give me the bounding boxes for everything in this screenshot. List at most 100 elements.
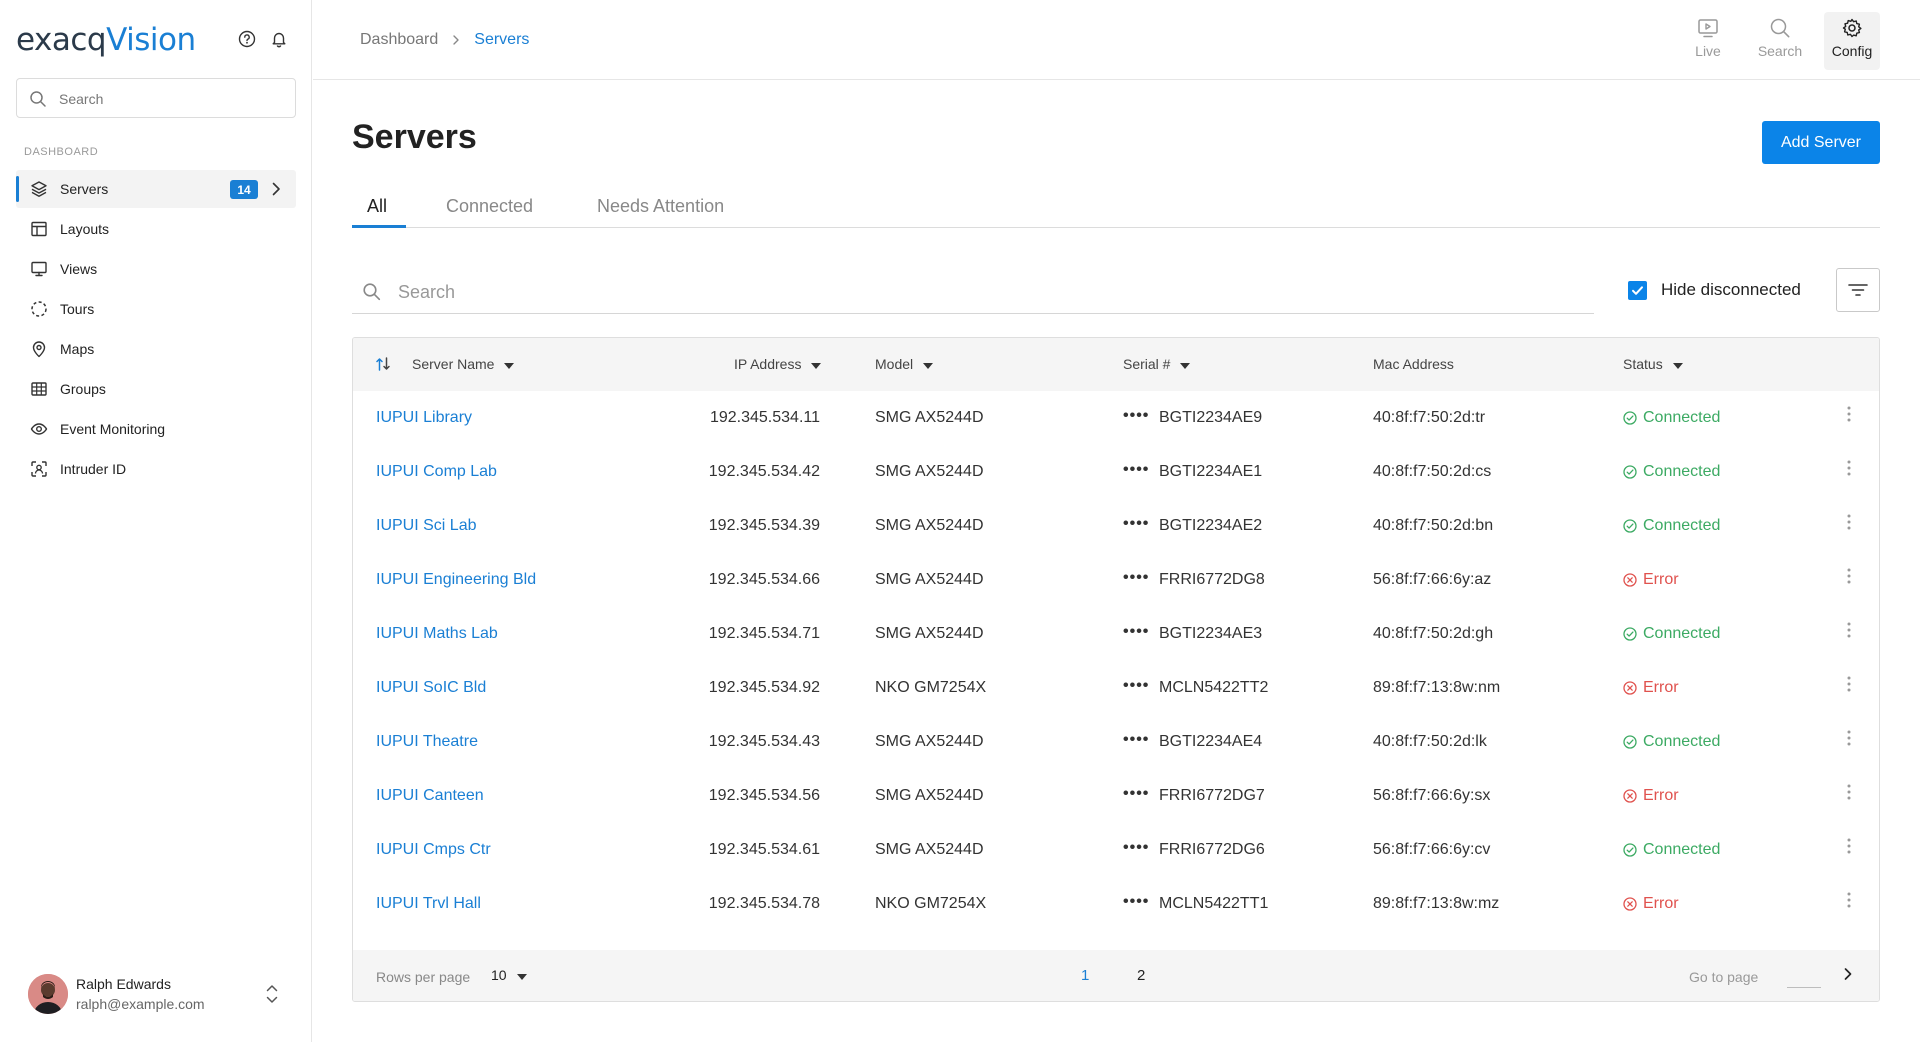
server-name-link[interactable]: IUPUI Trvl Hall	[376, 895, 481, 913]
table-row[interactable]: IUPUI SoIC Bld 192.345.534.92 NKO GM7254X •…	[353, 661, 1879, 715]
monitor-icon	[30, 260, 48, 278]
rows-per-page-select[interactable]: 10	[491, 967, 527, 983]
server-name-link[interactable]: IUPUI Theatre	[376, 733, 478, 751]
sort-icon[interactable]	[375, 355, 391, 378]
masked-serial-toggle[interactable]: ••••	[1123, 407, 1149, 425]
status-badge: Error	[1623, 895, 1679, 913]
column-header-model[interactable]: Model	[875, 356, 934, 372]
more-vertical-icon[interactable]	[1847, 784, 1851, 805]
table-header: Server Name IP Address Model Serial # Ma…	[353, 338, 1879, 391]
more-vertical-icon[interactable]	[1847, 892, 1851, 913]
status-text: Connected	[1643, 463, 1721, 480]
server-name-link[interactable]: IUPUI Maths Lab	[376, 625, 498, 643]
sidebar-item-layouts[interactable]: Layouts	[16, 210, 296, 248]
masked-serial-toggle[interactable]: ••••	[1123, 731, 1149, 749]
sidebar-item-maps[interactable]: Maps	[16, 330, 296, 368]
check-circle-icon	[1623, 411, 1637, 425]
masked-serial-toggle[interactable]: ••••	[1123, 893, 1149, 911]
server-name-link[interactable]: IUPUI SoIC Bld	[376, 679, 486, 697]
hide-disconnected-checkbox[interactable]	[1628, 280, 1647, 300]
more-vertical-icon[interactable]	[1847, 406, 1851, 427]
tab-bar: All Connected Needs Attention	[352, 190, 1880, 228]
table-row[interactable]: IUPUI Library 192.345.534.11 SMG AX5244D ••…	[353, 391, 1879, 445]
masked-serial-toggle[interactable]: ••••	[1123, 677, 1149, 695]
app-logo[interactable]: exacqVision	[16, 22, 196, 58]
tab-all[interactable]: All	[367, 196, 387, 227]
filter-button[interactable]	[1836, 268, 1880, 312]
table-row[interactable]: IUPUI Engineering Bld 192.345.534.66 SMG A…	[353, 553, 1879, 607]
server-name-link[interactable]: IUPUI Sci Lab	[376, 517, 476, 535]
help-circle-icon[interactable]	[238, 30, 256, 48]
layout-icon	[30, 220, 48, 238]
server-name-link[interactable]: IUPUI Canteen	[376, 787, 484, 805]
server-name-link[interactable]: IUPUI Engineering Bld	[376, 571, 536, 589]
sidebar-item-groups[interactable]: Groups	[16, 370, 296, 408]
add-server-button[interactable]: Add Server	[1762, 121, 1880, 164]
masked-serial-toggle[interactable]: ••••	[1123, 461, 1149, 479]
x-circle-icon	[1623, 573, 1637, 587]
masked-serial-toggle[interactable]: ••••	[1123, 839, 1149, 857]
map-pin-icon	[30, 340, 48, 358]
serial-number: BGTI2234AE1	[1159, 463, 1263, 480]
more-vertical-icon[interactable]	[1847, 676, 1851, 697]
sidebar-item-servers[interactable]: Servers 14	[16, 170, 296, 208]
status-badge: Connected	[1623, 463, 1720, 481]
tours-icon	[30, 300, 48, 318]
sidebar-item-tours[interactable]: Tours	[16, 290, 296, 328]
gear-icon	[1841, 17, 1863, 41]
status-text: Connected	[1643, 841, 1721, 858]
chevron-right-icon[interactable]	[1841, 967, 1855, 986]
column-header-status[interactable]: Status	[1623, 356, 1683, 372]
topnav-live[interactable]: Live	[1680, 12, 1736, 70]
user-email: ralph@example.com	[76, 996, 205, 1012]
masked-serial-toggle[interactable]: ••••	[1123, 515, 1149, 533]
sidebar-item-label: Tours	[60, 301, 95, 317]
sidebar-item-intruder-id[interactable]: Intruder ID	[16, 450, 296, 488]
bell-icon[interactable]	[270, 30, 288, 48]
table-row[interactable]: IUPUI Maths Lab 192.345.534.71 SMG AX5244D…	[353, 607, 1879, 661]
column-header-serial[interactable]: Serial #	[1123, 356, 1191, 372]
tab-needs-attention[interactable]: Needs Attention	[597, 196, 724, 227]
topnav-search[interactable]: Search	[1752, 12, 1808, 70]
model: SMG AX5244D	[875, 409, 984, 426]
table-search-input[interactable]	[398, 278, 1498, 306]
sidebar-item-views[interactable]: Views	[16, 250, 296, 288]
masked-serial-toggle[interactable]: ••••	[1123, 623, 1149, 641]
more-vertical-icon[interactable]	[1847, 568, 1851, 589]
table-row[interactable]: IUPUI Sci Lab 192.345.534.39 SMG AX5244D ••…	[353, 499, 1879, 553]
sidebar-item-event-monitoring[interactable]: Event Monitoring	[16, 410, 296, 448]
tab-connected[interactable]: Connected	[446, 196, 533, 227]
column-header-ip-address[interactable]: IP Address	[734, 356, 822, 372]
table-row[interactable]: IUPUI Cmps Ctr 192.345.534.61 SMG AX5244D •…	[353, 823, 1879, 877]
chevron-up-down-icon[interactable]	[264, 982, 280, 1011]
sidebar-search-input[interactable]	[59, 87, 279, 111]
go-to-page-label: Go to page	[1689, 969, 1759, 985]
more-vertical-icon[interactable]	[1847, 838, 1851, 859]
page-button-2[interactable]: 2	[1137, 967, 1145, 984]
breadcrumb-dashboard[interactable]: Dashboard	[360, 31, 438, 49]
user-profile[interactable]: Ralph Edwards ralph@example.com	[28, 972, 288, 1016]
ip-address: 192.345.534.66	[708, 571, 820, 588]
more-vertical-icon[interactable]	[1847, 730, 1851, 751]
column-header-server-name[interactable]: Server Name	[412, 356, 515, 372]
server-name-link[interactable]: IUPUI Library	[376, 409, 472, 427]
table-row[interactable]: IUPUI Canteen 192.345.534.56 SMG AX5244D ••…	[353, 769, 1879, 823]
table-row[interactable]: IUPUI Comp Lab 192.345.534.42 SMG AX5244D •…	[353, 445, 1879, 499]
more-vertical-icon[interactable]	[1847, 514, 1851, 535]
go-to-page-input[interactable]	[1787, 964, 1821, 988]
page-button-1[interactable]: 1	[1081, 967, 1089, 984]
table-row[interactable]: IUPUI Theatre 192.345.534.43 SMG AX5244D ••…	[353, 715, 1879, 769]
sidebar-search[interactable]	[16, 78, 296, 118]
table-search[interactable]	[352, 270, 1594, 314]
masked-serial-toggle[interactable]: ••••	[1123, 569, 1149, 587]
serial-number: BGTI2234AE9	[1159, 409, 1263, 426]
more-vertical-icon[interactable]	[1847, 460, 1851, 481]
server-name-link[interactable]: IUPUI Comp Lab	[376, 463, 497, 481]
server-name-link[interactable]: IUPUI Cmps Ctr	[376, 841, 491, 859]
masked-serial-toggle[interactable]: ••••	[1123, 785, 1149, 803]
topnav-config[interactable]: Config	[1824, 12, 1880, 70]
more-vertical-icon[interactable]	[1847, 622, 1851, 643]
table-row[interactable]: IUPUI Trvl Hall 192.345.534.78 NKO GM7254X…	[353, 877, 1879, 931]
mac-address: 40:8f:f7:50:2d:bn	[1373, 517, 1494, 534]
hide-disconnected-toggle[interactable]: Hide disconnected	[1628, 280, 1801, 300]
